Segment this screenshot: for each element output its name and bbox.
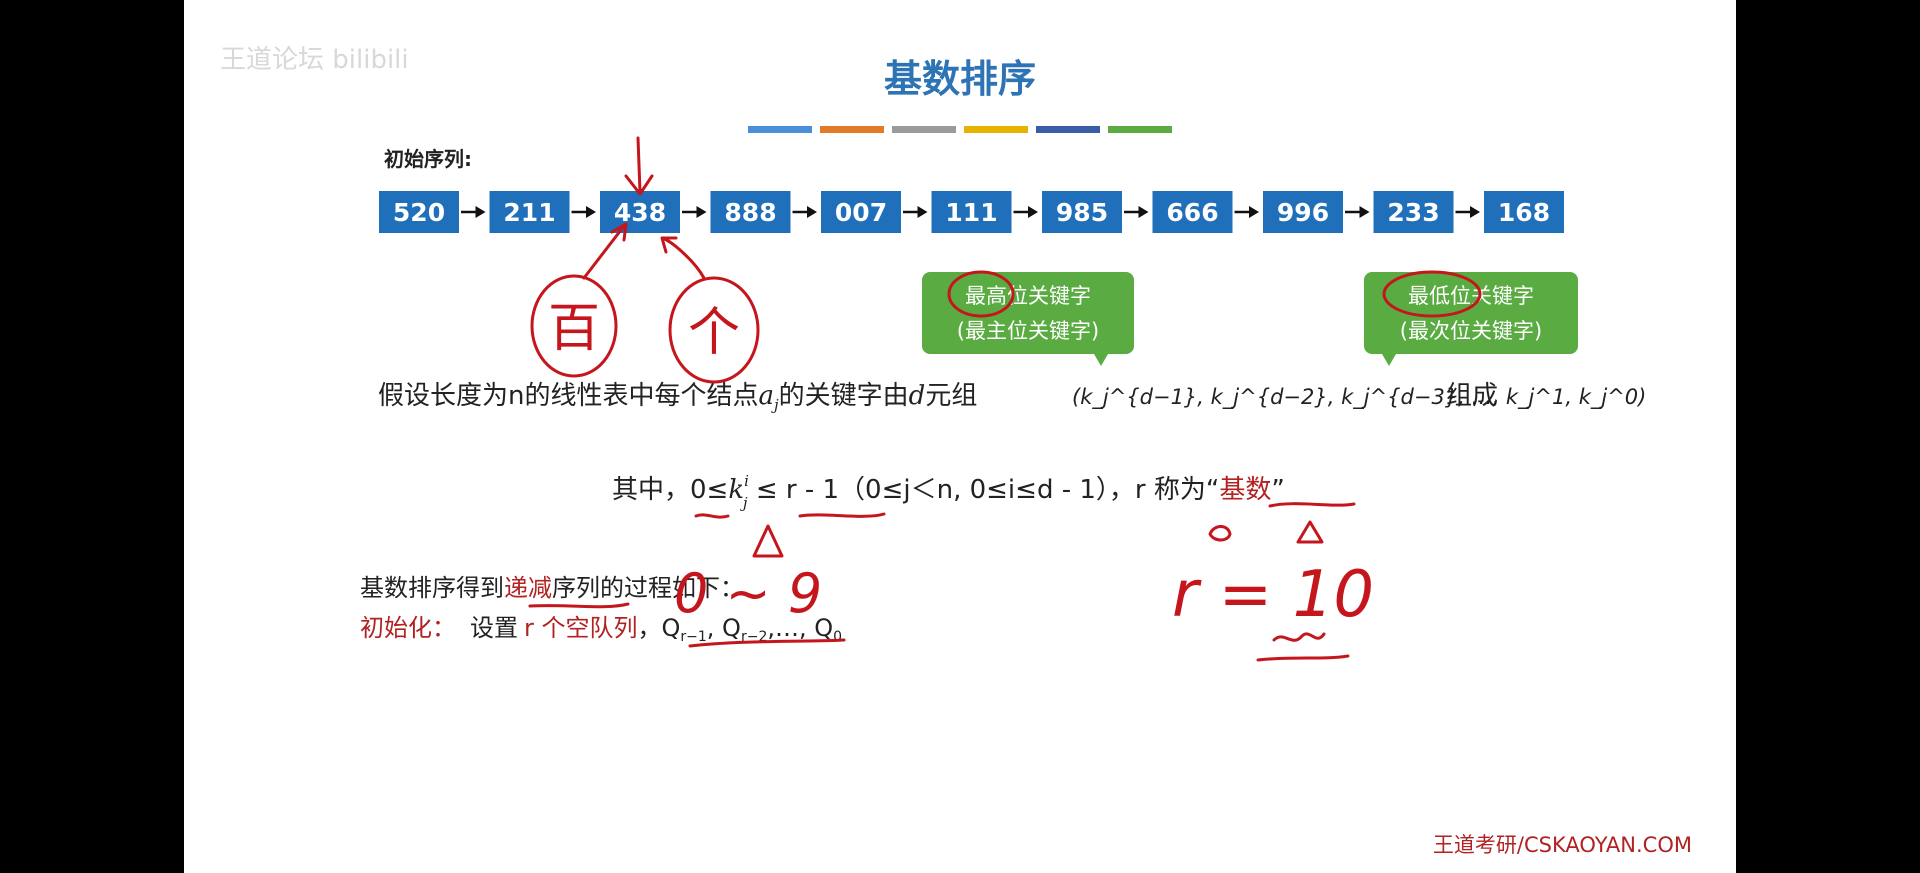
hand-underline-ten (1256, 654, 1350, 662)
accent-bar (964, 126, 1028, 133)
hand-arrow-down (624, 136, 654, 196)
accent-bar (1036, 126, 1100, 133)
callout-lowest-line1: 最低位关键字 (1408, 284, 1534, 308)
slide: 王道论坛 bilibili 基数排序 初始序列: 520 211 438 888 007… (184, 0, 1736, 873)
sequence-arrow-head (696, 206, 707, 218)
accent-bar (892, 126, 956, 133)
sequence-arrow-head (1138, 206, 1149, 218)
sequence-arrow-head (1249, 206, 1259, 218)
initial-sequence-label: 初始序列: (384, 147, 472, 171)
sequence-arrow-head (1028, 206, 1038, 218)
hand-triangle-2 (1296, 520, 1324, 544)
footer-brand: 王道考研/CSKAOYAN.COM (1433, 833, 1692, 857)
sequence-value: 996 (1277, 198, 1329, 227)
callout-highest-line1: 最高位关键字 (965, 284, 1091, 308)
sequence-value: 666 (1166, 198, 1218, 227)
sequence-arrow-head (917, 206, 928, 218)
hand-underline-dijian (528, 602, 630, 609)
sequence-arrow-head (475, 206, 486, 218)
hand-arrow-ge (660, 236, 706, 280)
sequence-value: 007 (835, 198, 887, 227)
sequence-value: 211 (503, 198, 555, 227)
accent-bar (820, 126, 884, 133)
sequence-value: 111 (945, 198, 997, 227)
sequence-list: 520 211 438 888 007 111 985 666 996 233 168 (379, 191, 1564, 233)
where-line: 其中，0≤ki j ≤ r - 1（0≤j＜n, 0≤i≤d - 1），r 称为“… (612, 472, 1285, 512)
assumption-line: 假设长度为n的线性表中每个结点aj的关键字由d元组 (378, 381, 977, 414)
watermark-logo: 王道论坛 bilibili (220, 45, 409, 75)
slide-title: 基数排序 (884, 57, 1036, 101)
callout-lowest: 最低位关键字 (最次位关键字) (1364, 272, 1578, 366)
hand-char-bai: 百 (548, 299, 600, 359)
sequence-value: 168 (1498, 198, 1550, 227)
sequence-arrow-head (1359, 206, 1370, 218)
hand-squiggle (1272, 632, 1326, 642)
sequence-value: 888 (724, 198, 776, 227)
hand-underline-r (798, 512, 886, 518)
hand-triangle-1 (752, 524, 784, 558)
callout-highest-line2: (最主位关键字) (957, 319, 1099, 343)
tuple-expression: (k_j^{d−1}, k_j^{d−2}, k_j^{d−3}, …, k_j… (1072, 385, 1646, 410)
hand-digits-range: 0 ~ 9 (674, 562, 822, 625)
accent-bar (1108, 126, 1172, 133)
callout-lowest-line2: (最次位关键字) (1400, 319, 1542, 343)
sequence-value: 985 (1056, 198, 1108, 227)
hand-underline-zero (694, 513, 730, 519)
assumption-suffix: 组成 (1446, 381, 1498, 411)
hand-small-circle (1208, 525, 1232, 542)
hand-underline-jishu (1268, 502, 1356, 508)
sequence-arrow-head (586, 206, 596, 218)
hand-r-equals: r = 10 (1172, 558, 1374, 632)
callout-highest: 最高位关键字 (最主位关键字) (922, 272, 1134, 366)
title-accent-bars (748, 126, 1172, 133)
sequence-value: 233 (1387, 198, 1439, 227)
sequence-value: 520 (393, 198, 445, 227)
sequence-arrow-head (1470, 206, 1480, 218)
accent-bar (748, 126, 812, 133)
slide-canvas: 王道论坛 bilibili 基数排序 初始序列: 520 211 438 888 007… (220, 45, 1692, 857)
hand-char-ge: 个 (688, 303, 740, 363)
sequence-arrow-head (807, 206, 817, 218)
sequence-value: 438 (614, 198, 666, 227)
